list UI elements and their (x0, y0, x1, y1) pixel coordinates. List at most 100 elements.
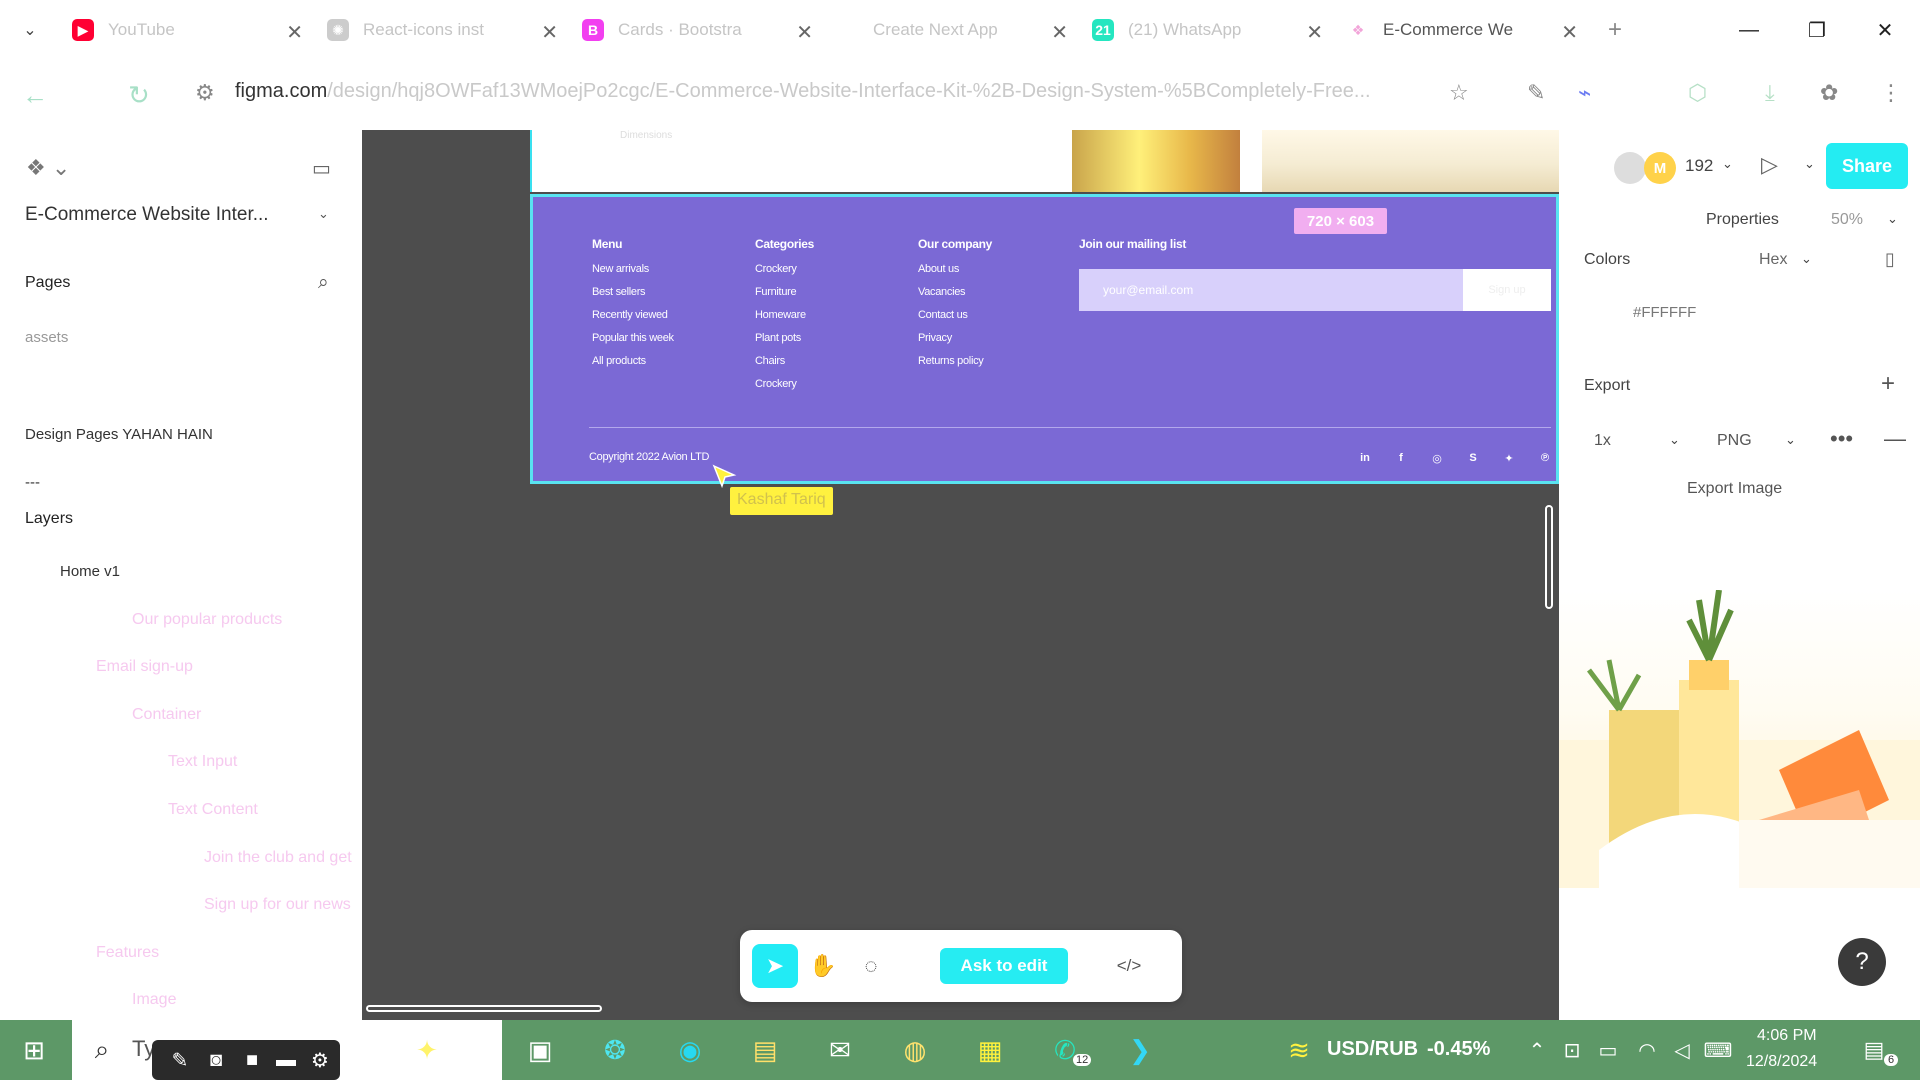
page-item-divider[interactable]: --- (25, 474, 40, 491)
search-icon[interactable]: ⌕ (80, 1028, 124, 1072)
footer-link[interactable]: Crockery (755, 263, 814, 275)
footer-link[interactable]: Plant pots (755, 332, 814, 344)
eyedropper-extension-icon[interactable]: ✎ (1527, 80, 1545, 106)
export-scale-chevron-icon[interactable]: ⌄ (1669, 432, 1680, 448)
layer-item[interactable]: Home v1 (60, 563, 120, 580)
vase-image[interactable] (1072, 130, 1240, 192)
back-icon[interactable]: ← (22, 80, 48, 111)
user-avatar[interactable]: M (1644, 152, 1676, 184)
bookmark-star-icon[interactable]: ☆ (1449, 80, 1469, 106)
layer-item[interactable]: Our popular products (132, 611, 282, 629)
export-format-select[interactable]: PNG (1717, 432, 1752, 450)
close-window-icon[interactable]: ✕ (1851, 0, 1919, 60)
browser-tab[interactable]: ▶ YouTube ✕ (60, 8, 315, 52)
browser-tab[interactable]: ❖ E-Commerce We ✕ (1335, 8, 1590, 52)
layer-item[interactable]: Features (96, 944, 159, 962)
close-tab-icon[interactable]: ✕ (796, 20, 813, 45)
share-button[interactable]: Share (1826, 143, 1908, 189)
zoom-chevron-icon[interactable]: ⌄ (1887, 211, 1898, 227)
linkedin-icon[interactable]: in (1357, 450, 1373, 466)
url-field[interactable]: figma.com/design/hqj8OWFaf13WMoejPo2cgc/… (235, 80, 1371, 103)
email-input[interactable]: your@email.com (1079, 269, 1463, 311)
pinterest-icon[interactable]: ℗ (1537, 450, 1553, 466)
layer-item[interactable]: Text Content (168, 801, 258, 819)
add-export-icon[interactable]: + (1881, 370, 1895, 398)
vertical-scrollbar[interactable] (1545, 505, 1553, 609)
file-explorer-icon[interactable]: ▤ (743, 1028, 787, 1072)
reload-icon[interactable]: ↻ (128, 80, 150, 111)
horizontal-scrollbar[interactable] (366, 1005, 602, 1012)
extension-icon[interactable]: ⌁ (1578, 80, 1591, 106)
extensions-puzzle-icon[interactable]: ⬡ (1688, 80, 1707, 106)
browser-tab[interactable]: 21 (21) WhatsApp ✕ (1080, 8, 1335, 52)
file-name[interactable]: E-Commerce Website Inter... (25, 204, 269, 226)
browser-menu-icon[interactable]: ⋮ (1880, 80, 1902, 106)
color-format-select[interactable]: Hex (1759, 251, 1787, 269)
footer-link[interactable]: All products (592, 355, 674, 367)
close-tab-icon[interactable]: ✕ (1306, 20, 1323, 45)
footer-link[interactable]: Chairs (755, 355, 814, 367)
minimize-icon[interactable]: — (1715, 0, 1783, 60)
close-tab-icon[interactable]: ✕ (286, 20, 303, 45)
viewers-chevron-icon[interactable]: ⌄ (1722, 156, 1733, 172)
clock-time[interactable]: 4:06 PM (1757, 1027, 1817, 1045)
color-format-chevron-icon[interactable]: ⌄ (1801, 251, 1812, 267)
layer-item[interactable]: Container (132, 706, 201, 724)
footer-link[interactable]: New arrivals (592, 263, 674, 275)
task-view-icon[interactable]: ▣ (518, 1028, 562, 1072)
export-scale-select[interactable]: 1x (1594, 432, 1611, 450)
sidebar-toggle-icon[interactable]: ▭ (312, 156, 331, 181)
page-item-design-pages[interactable]: Design Pages YAHAN HAIN (25, 426, 213, 443)
instagram-icon[interactable]: ◎ (1429, 450, 1445, 466)
keyboard-layout-icon[interactable]: ⌨ (1696, 1028, 1740, 1072)
copy-clipboard-icon[interactable]: ▯ (1885, 249, 1895, 270)
export-settings-icon[interactable]: ••• (1830, 426, 1853, 452)
clock-date[interactable]: 12/8/2024 (1746, 1053, 1817, 1071)
footer-link[interactable]: Crockery (755, 378, 814, 390)
vscode-icon[interactable]: ❯ (1118, 1028, 1162, 1072)
browser-tab[interactable]: B Cards · Bootstra ✕ (570, 8, 825, 52)
export-image-button[interactable]: Export Image (1687, 480, 1782, 498)
tab-search-chevron-icon[interactable]: ⌄ (0, 0, 60, 60)
zoom-level[interactable]: 50% (1831, 211, 1863, 229)
viewer-count[interactable]: 192 (1685, 156, 1713, 176)
color-hex-value[interactable]: #FFFFFF (1633, 304, 1696, 321)
chrome-icon[interactable]: ◍ (893, 1028, 937, 1072)
collaborator-avatar[interactable] (1614, 152, 1646, 184)
figma-menu-icon[interactable]: ❖ ⌄ (26, 155, 70, 181)
windows-start-icon[interactable]: ⊞ (12, 1028, 56, 1072)
restore-icon[interactable]: ❐ (1783, 0, 1851, 60)
settings-gear-icon[interactable]: ⚙ (298, 1038, 342, 1082)
layer-item[interactable]: Sign up for our news (204, 896, 351, 914)
design-canvas[interactable]: Dimensions Menu New arrivals Best sellers R… (362, 130, 1559, 1020)
ask-to-edit-button[interactable]: Ask to edit (940, 948, 1068, 984)
mail-icon[interactable]: ✉ (818, 1028, 862, 1072)
close-tab-icon[interactable]: ✕ (541, 20, 558, 45)
site-settings-icon[interactable]: ⚙ (195, 80, 215, 106)
footer-frame[interactable]: Menu New arrivals Best sellers Recently vie… (530, 194, 1559, 484)
facebook-icon[interactable]: f (1393, 450, 1409, 466)
help-button[interactable]: ? (1838, 938, 1886, 986)
footer-link[interactable]: Homeware (755, 309, 814, 321)
footer-link[interactable]: Vacancies (918, 286, 992, 298)
skype-icon[interactable]: S (1465, 450, 1481, 466)
currency-pair[interactable]: USD/RUB (1327, 1038, 1418, 1061)
move-tool-icon[interactable]: ➤ (752, 944, 798, 988)
signup-button[interactable]: Sign up (1463, 269, 1551, 311)
microsoft-store-icon[interactable]: ▦ (968, 1028, 1012, 1072)
battery-icon[interactable]: ▭ (1586, 1028, 1630, 1072)
twitter-icon[interactable]: ✦ (1501, 450, 1517, 466)
remove-export-icon[interactable]: — (1884, 426, 1906, 452)
layer-item[interactable]: Join the club and get (204, 849, 352, 867)
close-tab-icon[interactable]: ✕ (1051, 20, 1068, 45)
footer-link[interactable]: Returns policy (918, 355, 992, 367)
download-icon[interactable]: ⤓ (1765, 80, 1775, 106)
layer-item[interactable]: Email sign-up (96, 658, 193, 676)
currency-widget-icon[interactable]: ≋ (1277, 1028, 1321, 1072)
properties-tab[interactable]: Properties (1706, 211, 1779, 229)
footer-link[interactable]: Furniture (755, 286, 814, 298)
export-format-chevron-icon[interactable]: ⌄ (1785, 432, 1796, 448)
browser-tab[interactable]: ✺ React-icons inst ✕ (315, 8, 570, 52)
comment-tool-icon[interactable]: ◌ (848, 944, 894, 988)
file-menu-chevron-icon[interactable]: ⌄ (318, 206, 329, 222)
